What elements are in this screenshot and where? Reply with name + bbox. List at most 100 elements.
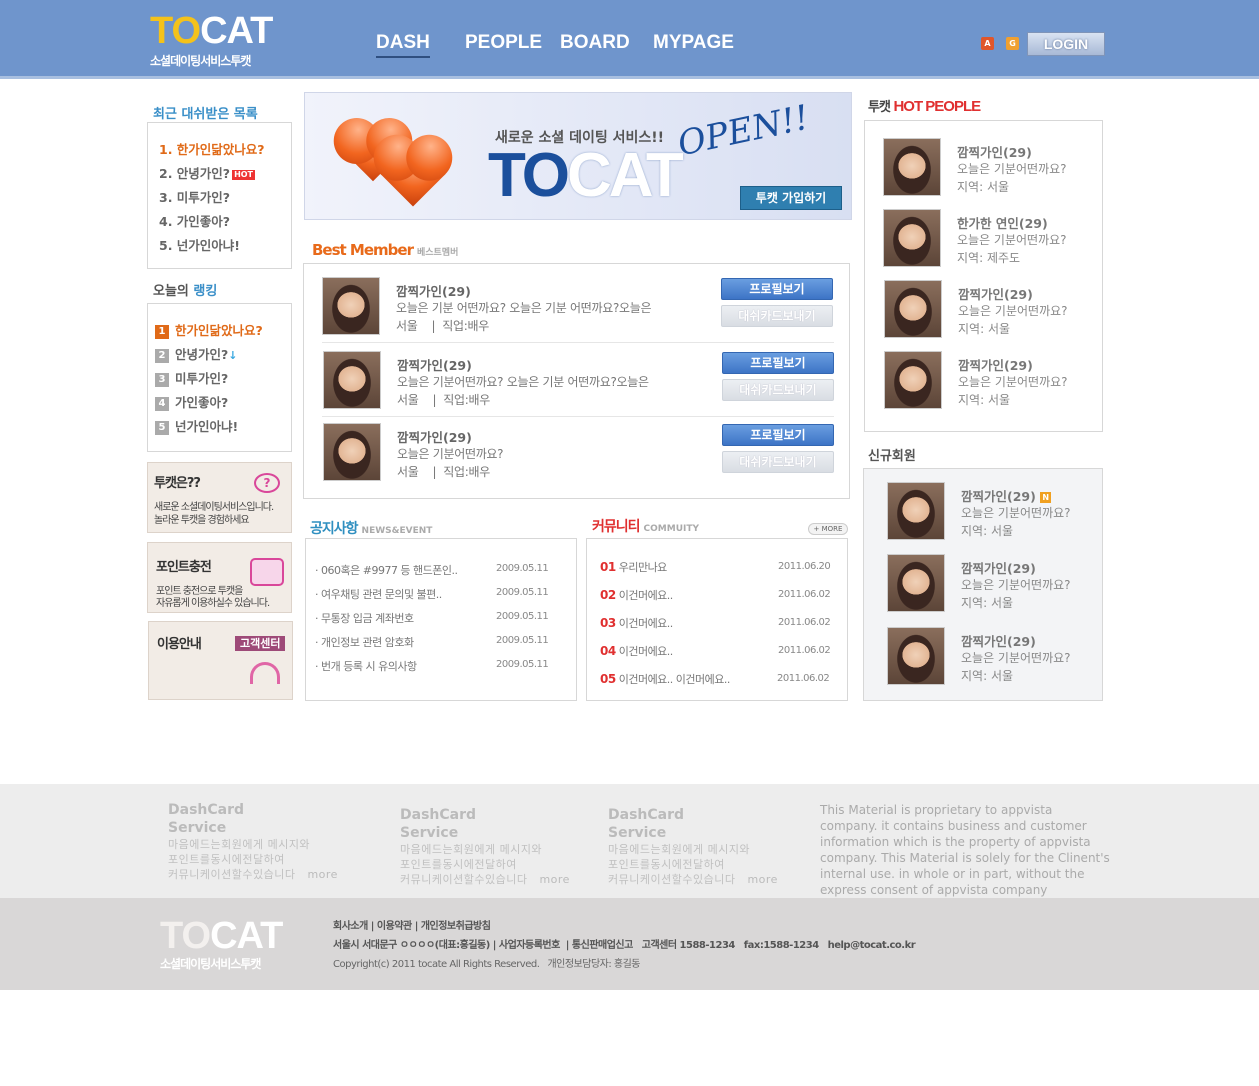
banner-title: TOCAT [488,145,684,207]
send-dashcard-button[interactable]: 대쉬카드보내기 [722,451,834,473]
profile-view-button[interactable]: 프로필보기 [721,278,833,300]
hot-people-photo[interactable] [884,351,942,409]
community-item[interactable]: 05 이건머에요.. 이건머에요.. [600,671,730,687]
notice-item[interactable]: · 번개 등록 시 유의사항 [315,658,417,674]
profile-view-button[interactable]: 프로필보기 [722,424,834,446]
heart-icon-large [380,141,446,207]
hot-people-message: 오늘은 기분어떤까요? [958,375,1068,389]
footer-links[interactable]: 회사소개 | 이용약관 | 개인정보취급방침 [333,917,491,932]
hand-point-icon [250,558,284,586]
footer-service-col-2: DashCard Service 마음에드는회원에게 메시지와 포인트를동시에전… [400,806,600,887]
community-item[interactable]: 02 이건머에요.. [600,587,673,603]
community-item[interactable]: 01 우리만나요 [600,559,667,575]
promo-point[interactable]: 포인트충전 포인트 충전으로 투캣을 자유롭게 이용하실수 있습니다. [147,542,292,613]
footer-col-line-2: 포인트를동시에전달하여 [400,858,517,871]
notice-date: 2009.05.11 [496,635,549,646]
rank-item-3[interactable]: 3 미투가인? [155,367,291,391]
g-icon[interactable]: G [1006,37,1019,50]
hot-people-photo[interactable] [884,280,942,338]
hot-people-message: 오늘은 기분어떤까요? [957,233,1067,247]
rank-label-1: 한가인닮았나요? [175,323,263,338]
new-member-photo[interactable] [887,554,945,612]
a-icon[interactable]: A [981,37,994,50]
hot-people-name[interactable]: 깜찍가인(29) [957,142,1032,161]
footer-col-line-1: 마음에드는회원에게 메시지와 [608,843,751,856]
footer-col-line-3-text: 커뮤니케이션할수있습니다 [400,873,528,886]
send-dashcard-button[interactable]: 대쉬카드보내기 [721,305,833,327]
nav-people[interactable]: PEOPLE [465,32,542,54]
footer-service-col-3: DashCard Service 마음에드는회원에게 메시지와 포인트를동시에전… [608,806,808,887]
rank-label-3: 미투가인? [175,371,229,386]
nav-board[interactable]: BOARD [560,32,630,54]
hot-people-photo[interactable] [883,209,941,267]
recent-item-4[interactable]: 4. 가인좋아? [159,210,291,234]
customer-center-badge[interactable]: 고객센터 [235,636,286,651]
new-member-area: 지역: 서울 [961,669,1014,683]
community-item[interactable]: 04 이건머에요.. [600,643,673,659]
footer-more-link[interactable]: more [539,873,570,886]
footer-col-line-1: 마음에드는회원에게 메시지와 [400,843,543,856]
hot-people-name[interactable]: 한가한 연인(29) [957,213,1048,232]
notice-date: 2009.05.11 [496,563,549,574]
member-name[interactable]: 깜찍가인(29) [397,355,472,374]
hot-people-message: 오늘은 기분어떤까요? [958,304,1068,318]
promo-tocat[interactable]: 투캣은?? ? 새로운 소셜데이팅서비스입니다. 놀라운 투캣을 경험하세요 [147,462,292,533]
member-message: 오늘은 기분어떤까요? 오늘은 기분 어떤까요?오늘은 [397,375,649,389]
notice-item[interactable]: · 060혹은 #9977 등 핸드폰인.. [315,562,458,578]
new-member-name[interactable]: 깜찍가인(29) [961,631,1036,650]
member-name[interactable]: 깜찍가인(29) [397,427,472,446]
notice-item[interactable]: · 개인정보 관련 암호화 [315,634,414,650]
join-tocat-button[interactable]: 투캣 가입하기 [740,186,842,210]
hot-people-photo[interactable] [883,138,941,196]
promo-guide[interactable]: 이용안내 고객센터 [148,621,293,700]
new-member-area: 지역: 서울 [961,524,1014,538]
rank-item-5[interactable]: 5 넌가인아냐! [155,415,291,439]
hot-people-title-b: HOT PEOPLE [893,98,981,115]
recent-item-3[interactable]: 3. 미투가인? [159,186,291,210]
footer-col-title-1: DashCard [168,802,245,818]
notice-date: 2009.05.11 [496,659,549,670]
new-member-name-text: 깜찍가인(29) [961,489,1036,504]
footer-more-link[interactable]: more [747,873,778,886]
site-logo[interactable]: TOCAT 소셜데이팅서비스투캣 [150,12,280,68]
divider [322,342,834,343]
login-button[interactable]: LOGIN [1027,32,1105,56]
rank-item-1[interactable]: 1 한가인닮았나요? [155,319,291,343]
notice-title-sub: NEWS&EVENT [361,526,433,536]
footer-more-link[interactable]: more [307,868,338,881]
rank-item-2[interactable]: 2 안녕가인?↓ [155,343,291,367]
hero-banner[interactable]: 새로운 소셜 데이팅 서비스!! TOCAT OPEN!! 투캣 가입하기 [304,92,852,220]
footer-service-col-1: DashCard Service 마음에드는회원에게 메시지와 포인트를동시에전… [168,801,368,882]
community-date: 2011.06.02 [778,645,831,656]
member-name[interactable]: 깜찍가인(29) [396,281,471,300]
member-photo[interactable] [322,277,380,335]
community-item[interactable]: 03 이건머에요.. [600,615,673,631]
hot-people-name[interactable]: 깜찍가인(29) [958,284,1033,303]
profile-view-button[interactable]: 프로필보기 [722,352,834,374]
recent-item-1[interactable]: 1. 한가인닮았나요? [159,138,291,162]
logo-to: TO [150,10,201,52]
send-dashcard-button[interactable]: 대쉬카드보내기 [722,379,834,401]
best-member-title: Best Member 베스트멤버 [312,241,458,259]
nav-mypage[interactable]: MYPAGE [653,32,734,54]
recent-item-5[interactable]: 5. 넌가인아냐! [159,234,291,258]
community-title: 커뮤니티 COMMUITY [592,516,699,536]
hot-people-name[interactable]: 깜찍가인(29) [958,355,1033,374]
community-item-number: 05 [600,672,616,686]
new-member-name[interactable]: 깜찍가인(29) [961,558,1036,577]
nav-dash[interactable]: DASH [376,32,430,58]
new-member-photo[interactable] [887,482,945,540]
new-member-name[interactable]: 깜찍가인(29) N [961,486,1052,505]
notice-item[interactable]: · 여우채팅 관련 문의및 불편.. [315,586,442,602]
community-title-main: 커뮤니티 [592,519,641,535]
member-photo[interactable] [323,351,381,409]
community-more-button[interactable]: + MORE [808,523,848,535]
question-bubble-icon: ? [254,473,280,493]
community-item-number: 01 [600,560,616,574]
recent-item-2[interactable]: 2. 안녕가인? HOT [159,162,291,186]
notice-item[interactable]: · 무통장 입금 계좌번호 [315,610,414,626]
rank-item-4[interactable]: 4 가인좋아? [155,391,291,415]
new-member-photo[interactable] [887,627,945,685]
member-photo[interactable] [323,423,381,481]
hot-people-message: 오늘은 기분어떤까요? [957,162,1067,176]
